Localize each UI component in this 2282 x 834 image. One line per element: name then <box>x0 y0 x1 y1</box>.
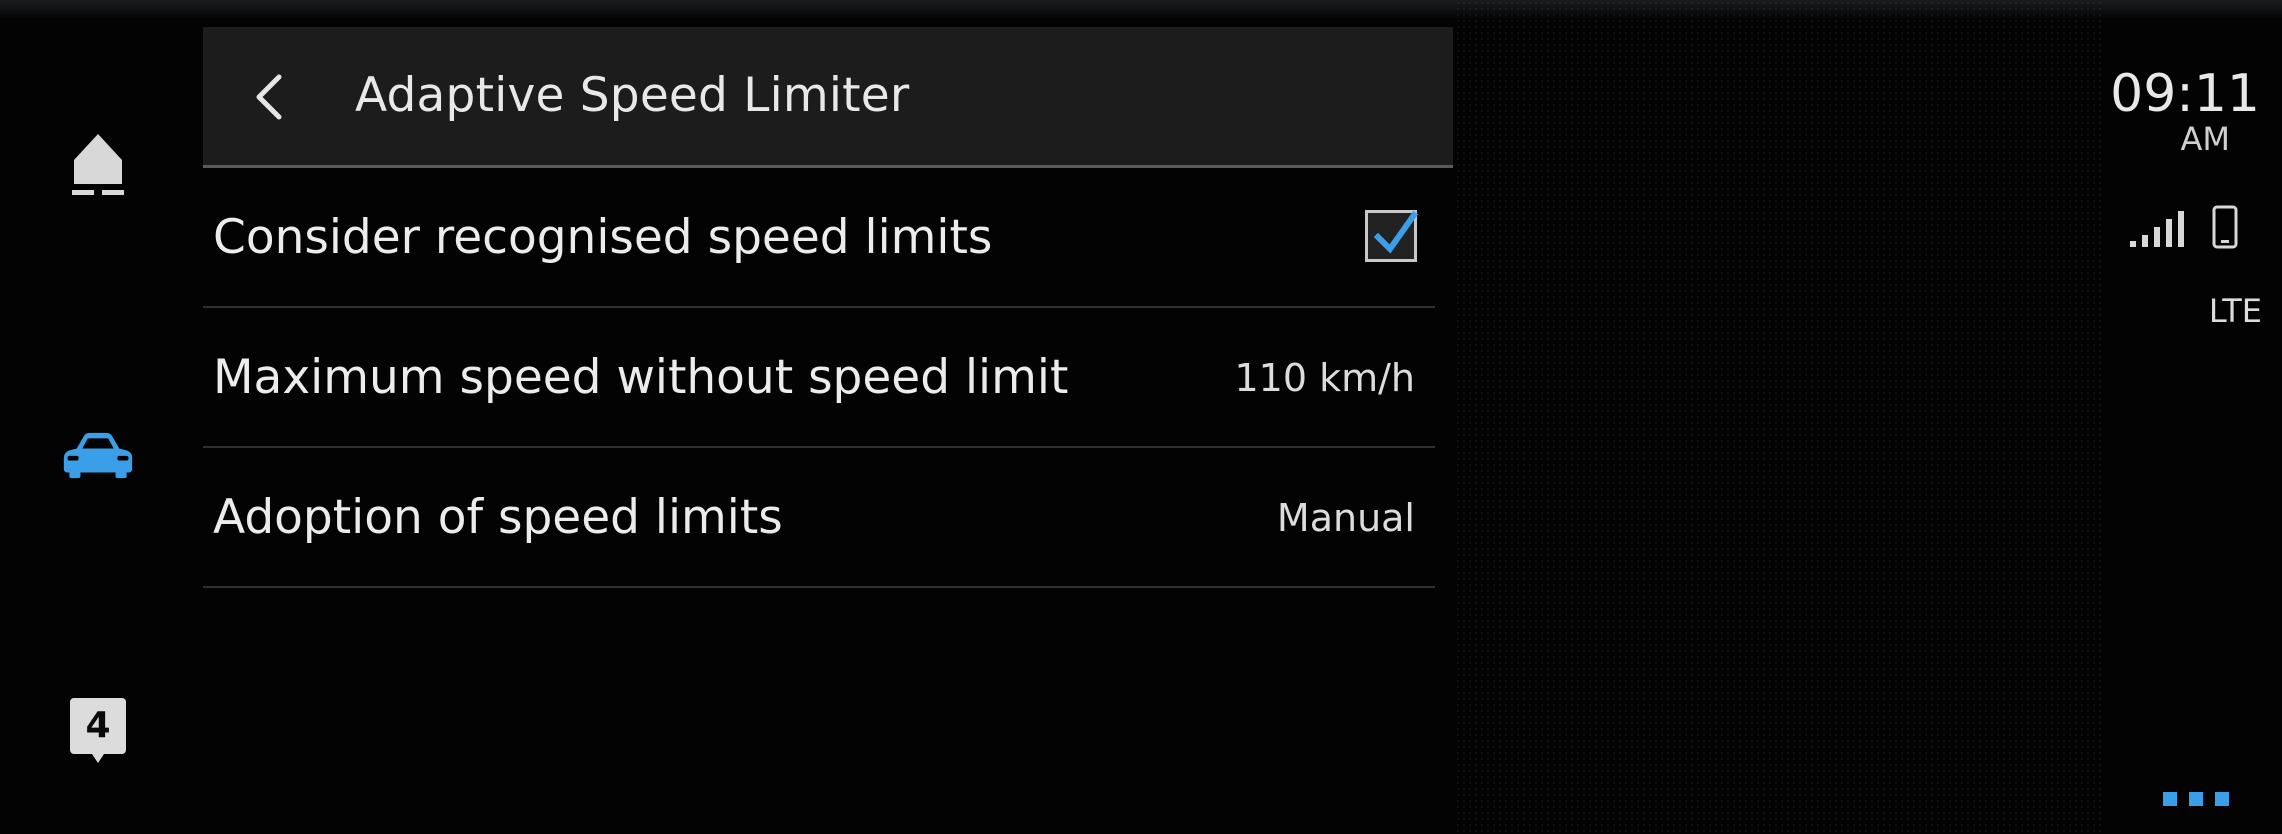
notification-badge-icon[interactable]: 4 <box>62 698 134 763</box>
dot-icon <box>2163 792 2177 806</box>
settings-list: Consider recognised speed limits Maximum… <box>203 168 1435 588</box>
page-title: Adaptive Speed Limiter <box>355 68 910 123</box>
setting-value: 110 km/h <box>1234 356 1415 400</box>
back-button[interactable] <box>243 71 295 123</box>
setting-label: Maximum speed without speed limit <box>213 350 1069 405</box>
phone-icon <box>2212 205 2238 249</box>
chevron-left-icon <box>256 74 282 120</box>
signal-bars-icon <box>2130 211 2184 247</box>
setting-label: Adoption of speed limits <box>213 490 783 545</box>
clock-time: 09:11 <box>2110 64 2260 124</box>
clock-ampm: AM <box>2180 120 2231 158</box>
home-icon[interactable] <box>62 130 134 202</box>
setting-adoption-speed-limits[interactable]: Adoption of speed limits Manual <box>203 448 1435 588</box>
status-icons <box>2128 205 2238 249</box>
car-icon[interactable] <box>62 428 134 482</box>
more-options-button[interactable] <box>2163 792 2229 806</box>
dot-icon <box>2189 792 2203 806</box>
checkmark-icon <box>1373 210 1419 254</box>
notification-count: 4 <box>70 698 126 763</box>
background-texture <box>1455 0 2105 834</box>
network-type: LTE <box>2208 292 2262 330</box>
dot-icon <box>2215 792 2229 806</box>
page-header: Adaptive Speed Limiter <box>203 27 1453 168</box>
setting-label: Consider recognised speed limits <box>213 210 993 265</box>
setting-consider-speed-limits[interactable]: Consider recognised speed limits <box>203 168 1435 308</box>
setting-value: Manual <box>1276 496 1415 540</box>
setting-max-speed[interactable]: Maximum speed without speed limit 110 km… <box>203 308 1435 448</box>
consider-speed-limits-checkbox[interactable] <box>1365 210 1419 262</box>
